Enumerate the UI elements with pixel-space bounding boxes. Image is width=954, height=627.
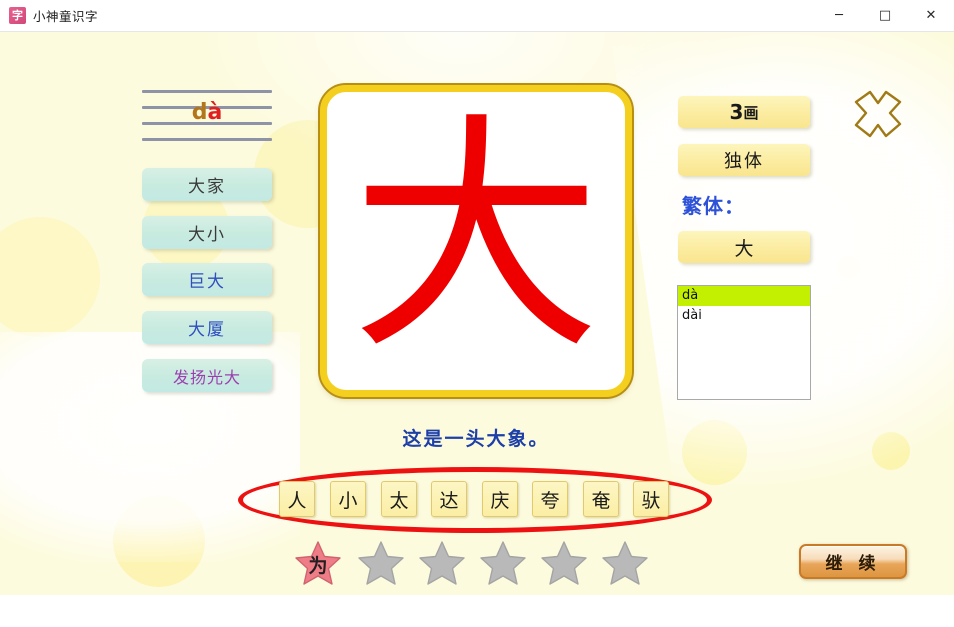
traditional-char: 大 — [734, 237, 754, 260]
candidate-tile-label: 太 — [389, 489, 409, 512]
star-icon — [419, 541, 465, 585]
cross-icon[interactable] — [852, 88, 904, 140]
star-empty-2 — [357, 540, 405, 586]
character-card[interactable]: 大 — [318, 83, 634, 399]
star-earned-1: 为 — [294, 540, 342, 586]
pinyin-line-1 — [142, 90, 272, 93]
maximize-button[interactable]: □ — [862, 0, 908, 32]
candidate-tile-6[interactable]: 夸 — [532, 481, 568, 517]
minimize-button[interactable]: ─ — [816, 0, 862, 32]
word-button-label: 大小 — [188, 225, 226, 245]
candidate-tile-label: 达 — [439, 489, 459, 512]
pronunciation-item[interactable]: dài — [678, 306, 810, 326]
pinyin-final: à — [207, 100, 223, 125]
stroke-count-button[interactable]: 3画 — [678, 96, 810, 128]
traditional-label: 繁体： — [682, 194, 745, 218]
structure-label: 独体 — [724, 151, 764, 172]
word-button-label: 发扬光大 — [172, 367, 241, 387]
word-button-label: 大厦 — [188, 320, 226, 340]
word-button-4[interactable]: 大厦 — [142, 311, 272, 344]
star-label: 为 — [308, 554, 328, 577]
pinyin-display: dà — [142, 90, 272, 142]
structure-button[interactable]: 独体 — [678, 144, 810, 176]
candidate-tile-label: 奄 — [591, 489, 611, 512]
continue-button-label: 继 续 — [825, 554, 881, 574]
pronunciation-item-selected[interactable]: dà — [678, 286, 810, 306]
word-button-5[interactable]: 发扬光大 — [142, 359, 272, 392]
candidate-tile-label: 庆 — [490, 489, 510, 512]
candidate-tile-4[interactable]: 达 — [431, 481, 467, 517]
candidate-tile-label: 人 — [287, 489, 307, 512]
stroke-count-number: 3 — [729, 100, 744, 124]
star-icon — [358, 541, 404, 585]
candidate-tile-1[interactable]: 人 — [279, 481, 315, 517]
close-button[interactable]: ✕ — [908, 0, 954, 32]
candidate-tile-label: 小 — [338, 489, 358, 512]
example-sentence: 这是一头大象。 — [402, 428, 550, 450]
star-icon — [541, 541, 587, 585]
star-empty-4 — [479, 540, 527, 586]
candidate-tile-label: 夸 — [540, 489, 560, 512]
candidate-tile-label: 驮 — [641, 489, 661, 512]
pinyin-initial: d — [191, 100, 208, 125]
star-empty-3 — [418, 540, 466, 586]
pronunciation-list[interactable]: dà dài — [677, 285, 811, 400]
title-bar: 字 小神童识字 ─ □ ✕ — [0, 0, 954, 32]
word-button-1[interactable]: 大家 — [142, 168, 272, 201]
candidate-tile-5[interactable]: 庆 — [482, 481, 518, 517]
candidate-tile-7[interactable]: 奄 — [583, 481, 619, 517]
star-empty-6 — [601, 540, 649, 586]
star-empty-5 — [540, 540, 588, 586]
star-icon — [480, 541, 526, 585]
continue-button[interactable]: 继 续 — [799, 544, 907, 579]
window-controls: ─ □ ✕ — [816, 0, 954, 32]
word-button-3[interactable]: 巨大 — [142, 263, 272, 296]
word-button-2[interactable]: 大小 — [142, 216, 272, 249]
candidate-tile-8[interactable]: 驮 — [633, 481, 669, 517]
candidate-tile-2[interactable]: 小 — [330, 481, 366, 517]
word-button-label: 大家 — [188, 177, 226, 197]
pinyin-text: dà — [142, 98, 272, 128]
traditional-char-button[interactable]: 大 — [678, 231, 810, 263]
app-icon: 字 — [9, 7, 26, 24]
stroke-count-unit: 画 — [743, 103, 759, 122]
word-button-label: 巨大 — [188, 272, 226, 292]
character-glyph: 大 — [351, 92, 601, 383]
candidate-tile-3[interactable]: 太 — [381, 481, 417, 517]
background-white-footer — [0, 595, 954, 627]
app-stage: dà 大家 大小 巨大 大厦 发扬光大 大 这是一头大象。 3画 独体 繁体： … — [0, 32, 954, 627]
window-title: 小神童识字 — [33, 9, 99, 24]
star-icon — [602, 541, 648, 585]
pinyin-line-4 — [142, 138, 272, 141]
